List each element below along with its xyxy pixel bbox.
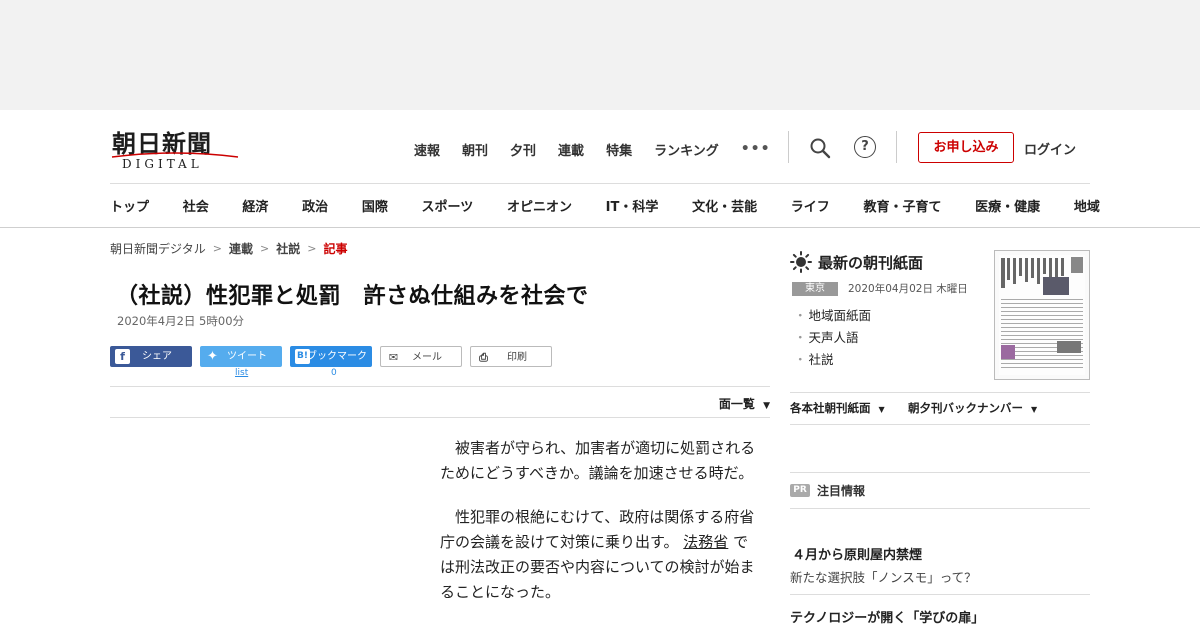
- share-buttons: f シェア ✦ ツイート B! ブックマーク ✉ メール ⎙ 印刷: [110, 346, 570, 367]
- category-nav-item[interactable]: 経済: [242, 196, 268, 215]
- caret-down-icon: ▼: [763, 401, 770, 411]
- page-list-bar: 面一覧 ▼: [110, 386, 770, 418]
- top-nav-item-rensai[interactable]: 連載: [558, 140, 584, 159]
- pr-heading: PR 注目情報: [790, 482, 865, 499]
- header-divider: [788, 131, 789, 163]
- category-nav-item[interactable]: オピニオン: [507, 196, 572, 215]
- newspaper-page-image: [999, 255, 1085, 375]
- top-nav-item-yukan[interactable]: 夕刊: [510, 140, 536, 159]
- print-button[interactable]: ⎙ 印刷: [470, 346, 552, 367]
- site-header: 朝日新聞 DIGITAL 速報 朝刊 夕刊 連載 特集 ランキング ••• ? …: [0, 110, 1200, 228]
- sidebar-rule: [790, 594, 1090, 595]
- category-nav-item[interactable]: IT・科学: [606, 196, 659, 215]
- apply-button[interactable]: お申し込み: [918, 132, 1014, 163]
- facebook-share-button[interactable]: f シェア: [110, 346, 192, 367]
- back-number-dropdown[interactable]: 朝夕刊バックナンバー ▼: [908, 400, 1037, 416]
- header-rule: [110, 183, 1090, 184]
- top-nav-item-sokuho[interactable]: 速報: [414, 140, 440, 159]
- category-nav-item[interactable]: ライフ: [791, 196, 830, 215]
- breadcrumb-item[interactable]: 朝日新聞デジタル: [110, 240, 206, 257]
- tweet-button[interactable]: ✦ ツイート: [200, 346, 282, 367]
- site-logo[interactable]: 朝日新聞 DIGITAL: [110, 124, 242, 172]
- top-nav-item-tokushu[interactable]: 特集: [606, 140, 632, 159]
- bookmark-count: 0: [331, 368, 337, 378]
- paper-link-item[interactable]: 社説: [794, 349, 871, 371]
- breadcrumb-chevron-icon: >: [212, 242, 222, 255]
- category-nav-item[interactable]: 政治: [302, 196, 328, 215]
- category-nav-item[interactable]: トップ: [110, 196, 149, 215]
- category-nav-item[interactable]: 社会: [183, 196, 209, 215]
- paper-dropdowns: 各本社朝刊紙面 ▼ 朝夕刊バックナンバー ▼: [790, 400, 1090, 420]
- breadcrumb-chevron-icon: >: [260, 242, 270, 255]
- advertisement-area: [0, 0, 1200, 110]
- sidebar-rule: [790, 508, 1090, 509]
- regional-paper-dropdown[interactable]: 各本社朝刊紙面 ▼: [790, 400, 885, 416]
- category-nav: トップ 社会 経済 政治 国際 スポーツ オピニオン IT・科学 文化・芸能 ラ…: [110, 196, 1100, 215]
- paper-link-item[interactable]: 地域面紙面: [794, 305, 872, 327]
- pr-item-title[interactable]: テクノロジーが開く「学びの扉」: [790, 607, 984, 626]
- paper-date: 2020年04月02日 木曜日: [848, 283, 968, 295]
- top-nav: 速報 朝刊 夕刊 連載 特集 ランキング •••: [414, 139, 771, 159]
- latest-paper-heading: 最新の朝刊紙面: [790, 250, 923, 274]
- hatena-bookmark-button[interactable]: B! ブックマーク: [290, 346, 372, 367]
- sidebar-rule: [790, 392, 1090, 393]
- pr-item-subtitle[interactable]: 新たな選択肢「ノンスモ」って？: [790, 567, 977, 586]
- breadcrumb: 朝日新聞デジタル > 連載 > 社説 > 記事: [110, 240, 770, 257]
- logo-subtitle: DIGITAL: [122, 157, 203, 171]
- article-paragraph: 被害者が守られ、加害者が適切に処罰されるためにどうすべきか。議論を加速させる時だ…: [440, 439, 756, 482]
- breadcrumb-item[interactable]: 連載: [229, 240, 253, 257]
- breadcrumb-current: 記事: [323, 242, 348, 256]
- header-divider: [896, 131, 897, 163]
- latest-paper-title[interactable]: 最新の朝刊紙面: [818, 252, 923, 273]
- caret-down-icon: ▼: [1031, 405, 1038, 414]
- breadcrumb-chevron-icon: >: [307, 242, 317, 255]
- pr-title: 注目情報: [817, 484, 866, 498]
- paper-link-item[interactable]: 天声人語: [794, 327, 871, 349]
- category-nav-item[interactable]: 教育・子育て: [863, 196, 941, 215]
- article-body: 被害者が守られ、加害者が適切に処罰されるためにどうすべきか。議論を加速させる時だ…: [440, 436, 760, 624]
- pr-badge: PR: [790, 484, 810, 497]
- article-main: 朝日新聞デジタル > 連載 > 社説 > 記事 （社説）性犯罪と処罰 許さぬ仕組…: [110, 240, 770, 601]
- mail-button[interactable]: ✉ メール: [380, 346, 462, 367]
- category-nav-item[interactable]: 国際: [362, 196, 388, 215]
- sidebar-rule: [790, 424, 1090, 425]
- search-icon: [810, 138, 831, 159]
- page-list-dropdown[interactable]: 面一覧 ▼: [719, 395, 770, 412]
- top-nav-item-ranking[interactable]: ランキング: [654, 140, 719, 159]
- region-tag: 東京: [792, 282, 838, 296]
- more-menu-icon[interactable]: •••: [741, 141, 771, 157]
- sidebar-rule: [790, 472, 1090, 473]
- help-button[interactable]: ?: [854, 136, 876, 158]
- breadcrumb-item[interactable]: 社説: [276, 240, 300, 257]
- category-nav-item[interactable]: 地域: [1074, 196, 1100, 215]
- top-nav-item-choukan[interactable]: 朝刊: [462, 140, 488, 159]
- login-link[interactable]: ログイン: [1024, 139, 1076, 158]
- pr-item-title[interactable]: ４月から原則屋内禁煙: [792, 544, 922, 563]
- article-paragraph: 性犯罪の根絶にむけて、政府は関係する府省庁の会議を設けて対策に乗り出す。 法務省…: [440, 508, 755, 601]
- ministry-of-justice-link[interactable]: 法務省: [683, 533, 728, 551]
- sun-icon: [790, 251, 812, 273]
- category-nav-item[interactable]: 医療・健康: [975, 196, 1040, 215]
- caret-down-icon: ▼: [878, 405, 885, 414]
- paper-links: 地域面紙面 天声人語 社説: [794, 305, 872, 371]
- category-nav-item[interactable]: 文化・芸能: [692, 196, 757, 215]
- tweet-count-link[interactable]: list: [235, 368, 248, 378]
- newspaper-front-page-thumbnail[interactable]: [994, 250, 1090, 380]
- search-button[interactable]: [808, 136, 832, 160]
- article-date: 2020年4月2日 5時00分: [117, 314, 245, 328]
- article-title: （社説）性犯罪と処罰 許さぬ仕組みを社会で: [116, 284, 589, 309]
- category-nav-item[interactable]: スポーツ: [422, 196, 474, 215]
